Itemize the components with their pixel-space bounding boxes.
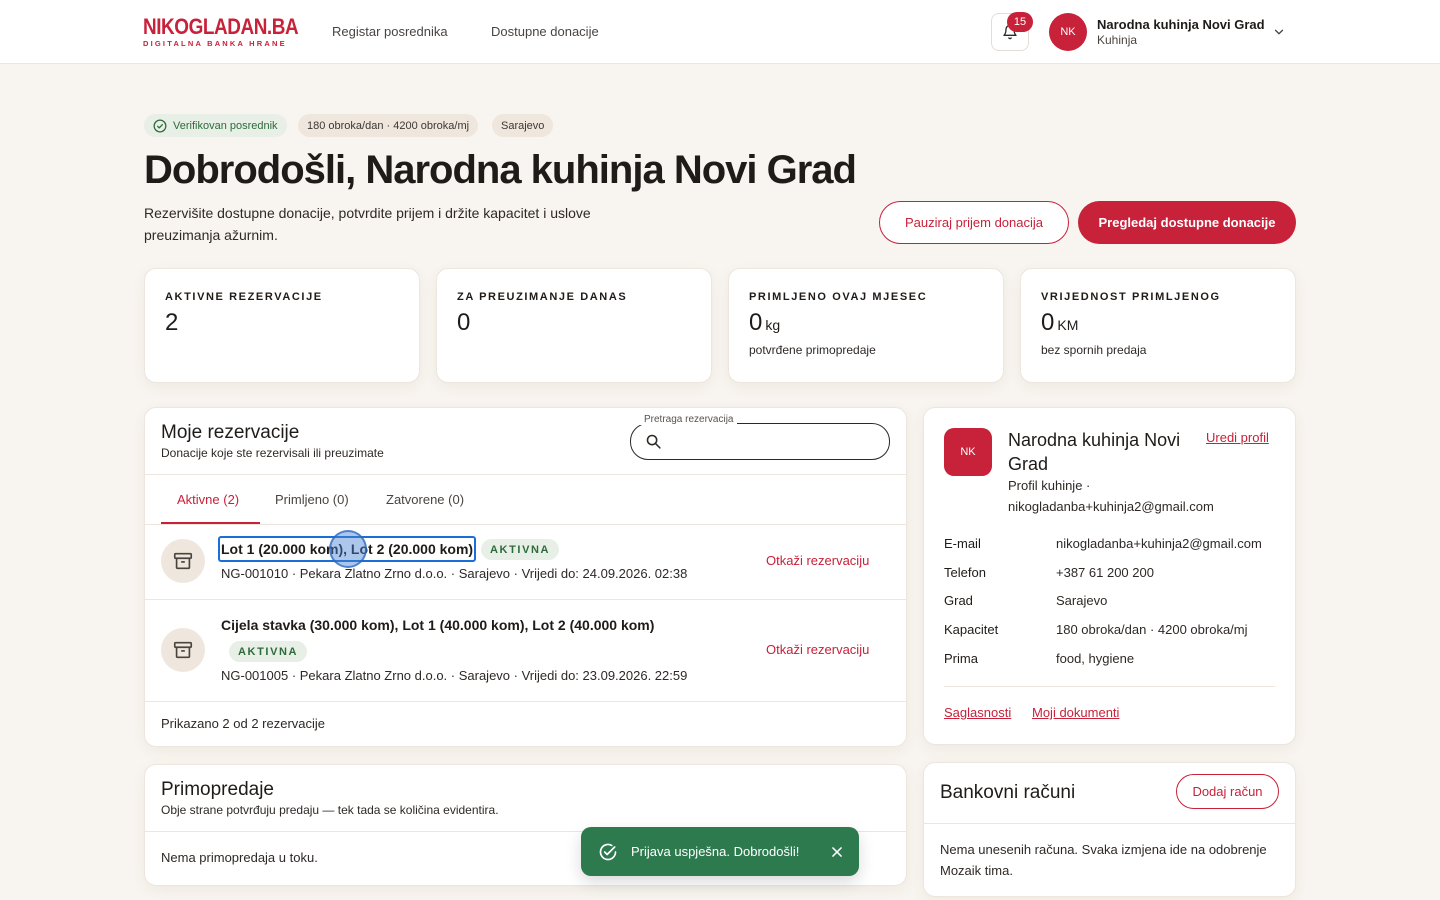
profile-avatar: NK bbox=[944, 428, 992, 476]
status-badge: AKTIVNA bbox=[229, 641, 308, 662]
info-label-email: E-mail bbox=[944, 536, 981, 551]
cancel-reservation-button[interactable]: Otkaži rezervaciju bbox=[766, 642, 869, 657]
reservation-meta: NG-001005 · Pekara Zlatno Zrno d.o.o. · … bbox=[221, 668, 688, 683]
handovers-title: Primopredaje bbox=[161, 779, 274, 800]
results-count: Prikazano 2 od 2 rezervacije bbox=[161, 716, 326, 731]
info-label-accepts: Prima bbox=[944, 651, 978, 666]
stat-label: AKTIVNE REZERVACIJE bbox=[165, 291, 323, 303]
handovers-subtitle: Obje strane potvrđuju predaju — tek tada… bbox=[161, 803, 499, 817]
info-value-email: nikogladanba+kuhinja2@gmail.com bbox=[1056, 536, 1262, 551]
stat-note: potvrđene primopredaje bbox=[749, 343, 876, 357]
divider bbox=[145, 599, 906, 600]
search-icon bbox=[646, 434, 661, 449]
search-field-label: Pretraga rezervacija bbox=[640, 414, 738, 425]
stat-value: 0 kg bbox=[749, 309, 781, 336]
profile-panel: NK Narodna kuhinja Novi Grad Profil kuhi… bbox=[923, 407, 1296, 745]
profile-name: Narodna kuhinja Novi Grad bbox=[1008, 430, 1181, 474]
bank-accounts-panel: Bankovni računi Dodaj račun Nema uneseni… bbox=[923, 762, 1296, 897]
divider bbox=[924, 823, 1295, 824]
consents-link[interactable]: Saglasnosti bbox=[944, 705, 1011, 720]
info-value-capacity: 180 obroka/dan · 4200 obroka/mj bbox=[1056, 622, 1248, 637]
success-toast: Prijava uspješna. Dobrodošli! bbox=[581, 827, 859, 876]
page-subtitle: Rezervišite dostupne donacije, potvrdite… bbox=[144, 205, 591, 243]
reservation-meta: NG-001010 · Pekara Zlatno Zrno d.o.o. · … bbox=[221, 566, 688, 581]
check-circle-icon bbox=[153, 119, 167, 132]
stat-card-pickup-today: ZA PREUZIMANJE DANAS 0 bbox=[436, 268, 712, 383]
brand-tagline: DIGITALNA BANKA HRANE bbox=[143, 39, 287, 48]
user-role: Kuhinja bbox=[1097, 33, 1138, 47]
user-name[interactable]: Narodna kuhinja Novi Grad bbox=[1097, 17, 1265, 32]
nav-link-donacije[interactable]: Dostupne donacije bbox=[491, 24, 599, 39]
nav-link-registar[interactable]: Registar posrednika bbox=[332, 24, 448, 39]
stat-card-active-reservations: AKTIVNE REZERVACIJE 2 bbox=[144, 268, 420, 383]
city-badge: Sarajevo bbox=[492, 114, 554, 137]
verified-badge: Verifikovan posrednik bbox=[144, 114, 287, 137]
verified-badge-label: Verifikovan posrednik bbox=[173, 119, 278, 132]
stat-label: PRIMLJENO OVAJ MJESEC bbox=[749, 291, 928, 303]
divider bbox=[145, 701, 906, 702]
bank-accounts-empty: Nema unesenih računa. Svaka izmjena ide … bbox=[940, 842, 1267, 878]
chevron-down-icon[interactable] bbox=[1272, 25, 1286, 39]
tab-received[interactable]: Primljeno (0) bbox=[275, 492, 349, 507]
pause-donations-button[interactable]: Pauziraj prijem donacija bbox=[879, 201, 1069, 244]
divider bbox=[145, 474, 906, 475]
profile-subtitle: Profil kuhinje · nikogladanba+kuhinja2@g… bbox=[1008, 478, 1214, 514]
stat-unit: kg bbox=[765, 317, 781, 333]
stat-label: VRIJEDNOST PRIMLJENOG bbox=[1041, 291, 1221, 303]
divider bbox=[944, 686, 1275, 687]
info-value-accepts: food, hygiene bbox=[1056, 651, 1135, 666]
info-label-city: Grad bbox=[944, 593, 973, 608]
capacity-badge: 180 obroka/dan · 4200 obroka/mj bbox=[298, 114, 479, 137]
browse-donations-button[interactable]: Pregledaj dostupne donacije bbox=[1078, 201, 1296, 244]
stat-card-received-value: VRIJEDNOST PRIMLJENOG 0 KM bez spornih pr… bbox=[1020, 268, 1296, 383]
archive-box-icon bbox=[173, 641, 193, 659]
stat-label: ZA PREUZIMANJE DANAS bbox=[457, 291, 628, 303]
status-badge: AKTIVNA bbox=[481, 539, 560, 560]
reservations-panel: Moje rezervacije Donacije koje ste rezer… bbox=[144, 407, 907, 747]
cursor-indicator bbox=[329, 530, 367, 568]
divider bbox=[145, 524, 906, 525]
stat-value: 0 KM bbox=[1041, 309, 1079, 336]
my-documents-link[interactable]: Moji dokumenti bbox=[1032, 705, 1119, 720]
stat-note: bez spornih predaja bbox=[1041, 343, 1147, 357]
check-circle-icon bbox=[599, 843, 617, 860]
stat-value: 0 bbox=[457, 309, 471, 336]
brand-name: NIKOGLADAN.BA bbox=[143, 14, 299, 39]
stat-card-received-month: PRIMLJENO OVAJ MJESEC 0 kg potvrđene prim… bbox=[728, 268, 1004, 383]
notification-count-badge: 15 bbox=[1007, 12, 1033, 32]
archive-box-icon bbox=[173, 552, 193, 570]
reservation-title[interactable]: Cijela stavka (30.000 kom), Lot 1 (40.00… bbox=[221, 617, 654, 633]
info-value-phone: +387 61 200 200 bbox=[1056, 565, 1154, 580]
row-icon bbox=[161, 539, 205, 583]
reservations-title: Moje rezervacije bbox=[161, 422, 300, 443]
user-avatar[interactable]: NK bbox=[1049, 13, 1087, 51]
tab-closed[interactable]: Zatvorene (0) bbox=[386, 492, 464, 507]
handovers-empty: Nema primopredaja u toku. bbox=[161, 850, 318, 865]
brand-logo[interactable]: NIKOGLADAN.BA DIGITALNA BANKA HRANE bbox=[143, 14, 324, 49]
row-icon bbox=[161, 628, 205, 672]
toast-message: Prijava uspješna. Dobrodošli! bbox=[631, 844, 800, 859]
info-label-capacity: Kapacitet bbox=[944, 622, 999, 637]
close-icon[interactable] bbox=[830, 845, 844, 859]
reservations-subtitle: Donacije koje ste rezervisali ili preuzi… bbox=[161, 446, 384, 460]
add-account-button[interactable]: Dodaj račun bbox=[1176, 774, 1279, 809]
page-title: Dobrodošli, Narodna kuhinja Novi Grad bbox=[144, 148, 857, 192]
reservation-search-input[interactable] bbox=[630, 423, 890, 460]
tab-active[interactable]: Aktivne (2) bbox=[177, 492, 239, 507]
stat-unit: KM bbox=[1057, 317, 1079, 333]
stat-value: 2 bbox=[165, 309, 179, 336]
info-value-city: Sarajevo bbox=[1056, 593, 1108, 608]
bank-accounts-title: Bankovni računi bbox=[940, 782, 1076, 803]
info-label-phone: Telefon bbox=[944, 565, 986, 580]
cancel-reservation-button[interactable]: Otkaži rezervaciju bbox=[766, 553, 869, 568]
edit-profile-link[interactable]: Uredi profil bbox=[1206, 430, 1269, 445]
top-navigation-bar: NIKOGLADAN.BA DIGITALNA BANKA HRANE Regi… bbox=[0, 0, 1440, 64]
